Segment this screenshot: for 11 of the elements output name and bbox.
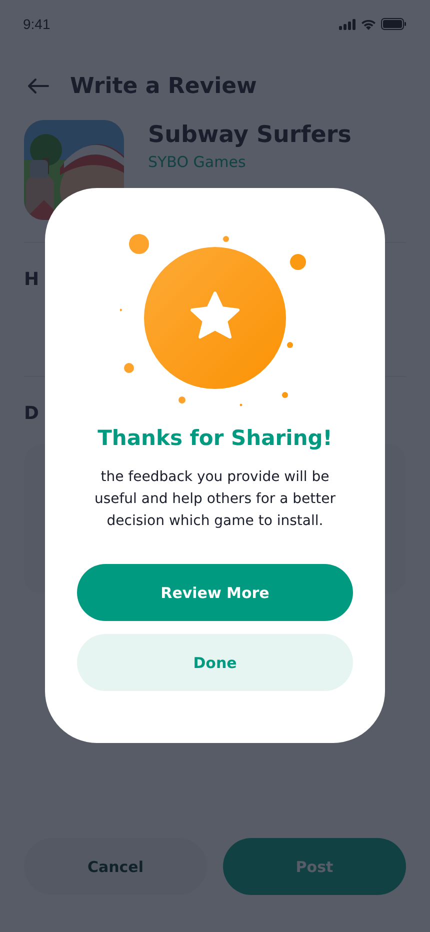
app-name: Subway Surfers	[148, 122, 352, 148]
dialog-title: Thanks for Sharing!	[98, 426, 332, 450]
dialog-message: the feedback you provide will be useful and help others for a better decision which game to install.	[93, 468, 337, 531]
done-button[interactable]: Done	[77, 634, 353, 691]
developer-link[interactable]: SYBO Games	[148, 154, 352, 170]
status-time: 9:41	[23, 16, 50, 32]
section-heading: H	[24, 269, 40, 290]
star-badge-icon	[144, 247, 286, 389]
page-title: Write a Review	[70, 74, 257, 98]
review-more-button[interactable]: Review More	[77, 564, 353, 621]
section-heading: D	[24, 403, 40, 424]
